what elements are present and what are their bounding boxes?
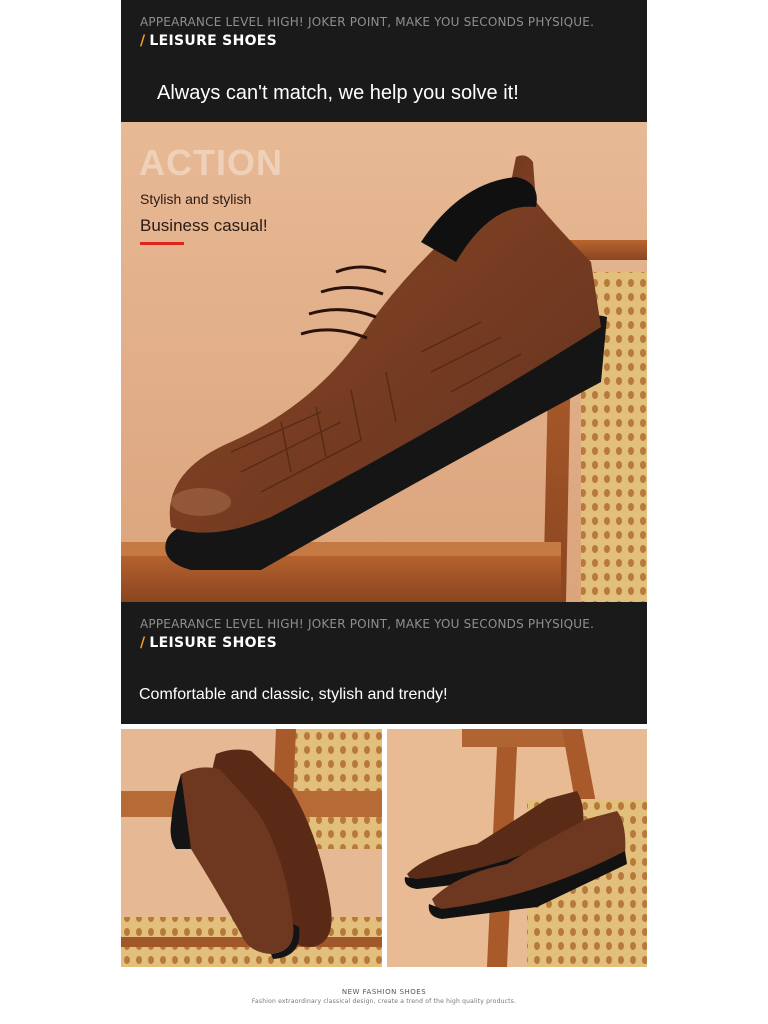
- hero-product-photo: ACTION Stylish and stylish Business casu…: [121, 122, 647, 602]
- top-headline: Always can't match, we help you solve it…: [157, 82, 519, 104]
- middle-tagline: APPEARANCE LEVEL HIGH! JOKER POINT, MAKE…: [140, 617, 595, 631]
- footer-line-1: NEW FASHION SHOES: [341, 988, 427, 996]
- middle-headline: Comfortable and classic, stylish and tre…: [139, 686, 448, 703]
- pair-shoes-side-illustration: [387, 729, 647, 967]
- pair-shoes-standing-illustration: [121, 729, 382, 967]
- category-text: LEISURE SHOES: [149, 33, 278, 49]
- middle-category-label: / LEISURE SHOES: [140, 635, 277, 651]
- hero-subtitle-2: Business casual!: [140, 216, 268, 235]
- footer-line-2: Fashion extraordinary classical design, …: [251, 998, 517, 1005]
- category-slash: /: [140, 33, 146, 49]
- hero-subtitle-1: Stylish and stylish: [140, 191, 252, 207]
- top-banner: APPEARANCE LEVEL HIGH! JOKER POINT, MAKE…: [121, 0, 647, 122]
- top-tagline: APPEARANCE LEVEL HIGH! JOKER POINT, MAKE…: [140, 15, 595, 29]
- accent-underline: [140, 242, 184, 245]
- product-photo-right: [387, 729, 647, 967]
- product-detail-page: APPEARANCE LEVEL HIGH! JOKER POINT, MAKE…: [121, 0, 647, 1024]
- footer-caption: NEW FASHION SHOES Fashion extraordinary …: [121, 968, 647, 1024]
- action-watermark: ACTION: [139, 142, 283, 183]
- middle-banner: APPEARANCE LEVEL HIGH! JOKER POINT, MAKE…: [121, 602, 647, 724]
- category-slash: /: [140, 635, 146, 651]
- category-text: LEISURE SHOES: [149, 635, 278, 651]
- product-photo-left: [121, 729, 382, 967]
- top-category-label: / LEISURE SHOES: [140, 33, 277, 49]
